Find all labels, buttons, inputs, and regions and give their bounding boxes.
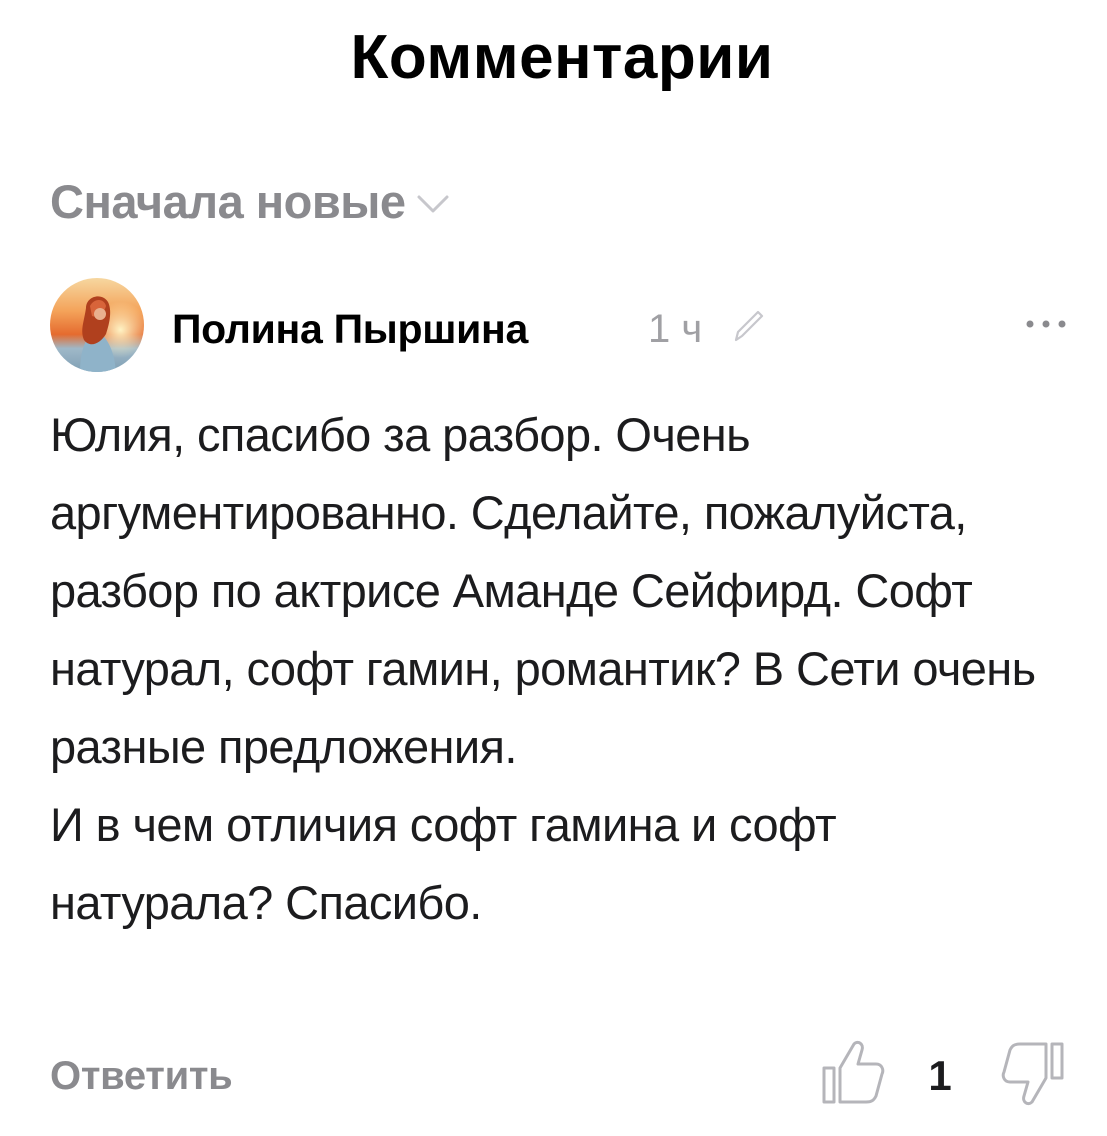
more-dots-icon[interactable] xyxy=(1022,314,1070,334)
avatar[interactable] xyxy=(50,278,144,372)
avatar-image xyxy=(50,278,144,372)
sort-dropdown[interactable]: Сначала новые xyxy=(50,172,450,232)
comment-text: Юлия, спасибо за разбор. Очень аргументи… xyxy=(50,408,1036,929)
sort-label: Сначала новые xyxy=(50,175,406,228)
chevron-down-icon xyxy=(417,195,449,213)
page-title: Комментарии xyxy=(350,23,774,92)
thumbs-up-icon[interactable] xyxy=(820,1036,886,1108)
comment-header: Полина Пыршина 1 ч xyxy=(50,278,1070,374)
pencil-icon xyxy=(734,310,764,342)
reply-button[interactable]: Ответить xyxy=(50,1046,233,1106)
comment-time: 1 ч xyxy=(648,307,703,351)
thumbs-down-icon[interactable] xyxy=(1000,1036,1070,1112)
like-count: 1 xyxy=(928,1052,952,1099)
author-name[interactable]: Полина Пыршина xyxy=(172,302,528,356)
